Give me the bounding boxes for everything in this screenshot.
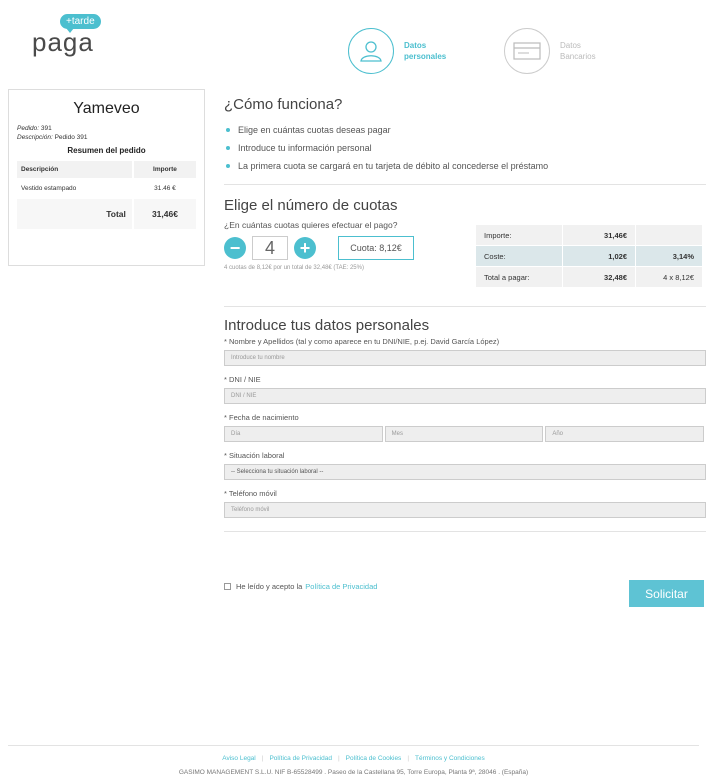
table-row: Importe: 31,46€ — [476, 225, 702, 245]
price-value: 1,02€ — [563, 246, 635, 266]
consent-text: He leído y acepto la — [236, 582, 303, 591]
footer-links: Aviso Legal | Política de Privacidad | Polít… — [222, 755, 485, 762]
day-field[interactable]: Día — [224, 426, 383, 442]
total-value: 31,46€ — [131, 199, 196, 229]
privacy-checkbox[interactable] — [224, 583, 231, 590]
step-label: Datos personales — [404, 41, 447, 61]
order-items-table: Descripción Importe Vestido estampado 31… — [17, 161, 196, 229]
step-label: Datos Bancarios — [560, 41, 596, 61]
column-header-amount: Importe — [131, 161, 196, 178]
price-extra: 4 x 8,12€ — [636, 267, 702, 287]
submit-button[interactable]: Solicitar — [629, 580, 704, 607]
name-label: * Nombre y Apellidos (tal y como aparece… — [224, 337, 500, 346]
installment-amount-box: Cuota: 8,12€ — [338, 236, 414, 260]
birthdate-fields: Día Mes Año — [224, 426, 706, 442]
list-item: La primera cuota se cargará en tu tarjet… — [224, 157, 706, 175]
table-row: Vestido estampado 31.46 € — [17, 178, 196, 199]
footer-link-privacy[interactable]: Política de Privacidad — [269, 755, 332, 762]
order-id: Pedido: 391 — [17, 125, 52, 132]
personal-data-title: Introduce tus datos personales — [224, 317, 430, 334]
main-content: ¿Cómo funciona? Elige en cuántas cuotas … — [224, 96, 706, 607]
price-extra — [636, 225, 702, 245]
dni-field[interactable]: DNI / NIE — [224, 388, 706, 404]
price-extra: 3,14% — [636, 246, 702, 266]
employment-select[interactable]: -- Selecciona tu situación laboral -- — [224, 464, 706, 480]
total-label: Total — [17, 199, 133, 229]
card-icon — [504, 28, 550, 74]
name-field[interactable]: Introduce tu nombre — [224, 350, 706, 366]
list-item: Elige en cuántas cuotas deseas pagar — [224, 121, 706, 139]
price-label: Importe: — [476, 225, 562, 245]
item-description: Vestido estampado — [21, 185, 77, 192]
column-header-description: Descripción — [17, 161, 133, 178]
step-personal-data: Datos personales — [348, 28, 464, 74]
footer-company-info: GASIMO MANAGEMENT S.L.U. NIF B-65528499 … — [178, 769, 529, 776]
logo-word: paga — [32, 27, 94, 57]
step-bank-data: Datos Bancarios — [504, 28, 620, 74]
plus-button[interactable]: + — [294, 237, 316, 259]
order-description: Descripción: Pedido 391 — [17, 134, 88, 141]
price-breakdown-table: Importe: 31,46€ Coste: 1,02€ 3,14% Total… — [475, 224, 703, 288]
installments-title: Elige el número de cuotas — [224, 197, 398, 214]
personal-data-form: Introduce tus datos personales * Nombre … — [224, 317, 706, 532]
merchant-name: Yameveo — [73, 100, 140, 117]
table-row: Coste: 1,02€ 3,14% — [476, 246, 702, 266]
item-amount: 31.46 € — [131, 178, 196, 199]
price-value: 32,48€ — [563, 267, 635, 287]
phone-label: * Teléfono móvil — [224, 489, 277, 498]
dni-label: * DNI / NIE — [224, 375, 261, 384]
birthdate-label: * Fecha de nacimiento — [224, 413, 299, 422]
minus-button[interactable]: − — [224, 237, 246, 259]
price-value: 31,46€ — [563, 225, 635, 245]
summary-title: Resumen del pedido — [67, 146, 146, 155]
divider — [224, 184, 706, 185]
privacy-policy-link[interactable]: Política de Privacidad — [305, 582, 377, 591]
progress-steps: Datos personales Datos Bancarios — [348, 28, 660, 74]
order-summary-card: Yameveo Pedido: 391 Descripción: Pedido … — [8, 89, 205, 266]
employment-label: * Situación laboral — [224, 451, 285, 460]
footer-link-terms[interactable]: Términos y Condiciones — [415, 755, 485, 762]
user-icon — [348, 28, 394, 74]
table-row: Total a pagar: 32,48€ 4 x 8,12€ — [476, 267, 702, 287]
privacy-consent: He leído y acepto la Política de Privaci… — [224, 582, 377, 591]
year-field[interactable]: Año — [545, 426, 705, 442]
total-row: Total 31,46€ — [17, 199, 196, 229]
logo[interactable]: +tarde paga — [32, 14, 112, 57]
footer-link-legal[interactable]: Aviso Legal — [222, 755, 256, 762]
howto-title: ¿Cómo funciona? — [224, 96, 343, 113]
month-field[interactable]: Mes — [384, 426, 544, 442]
footer-divider — [8, 745, 699, 746]
price-label: Coste: — [476, 246, 562, 266]
footer-link-cookies[interactable]: Política de Cookies — [346, 755, 402, 762]
price-label: Total a pagar: — [476, 267, 562, 287]
list-item: Introduce tu información personal — [224, 139, 706, 157]
divider — [224, 306, 706, 307]
phone-field[interactable]: Teléfono móvil — [224, 502, 706, 518]
installments-quantity[interactable]: 4 — [252, 236, 288, 260]
divider — [224, 531, 706, 532]
howto-list: Elige en cuántas cuotas deseas pagar Int… — [224, 121, 706, 175]
